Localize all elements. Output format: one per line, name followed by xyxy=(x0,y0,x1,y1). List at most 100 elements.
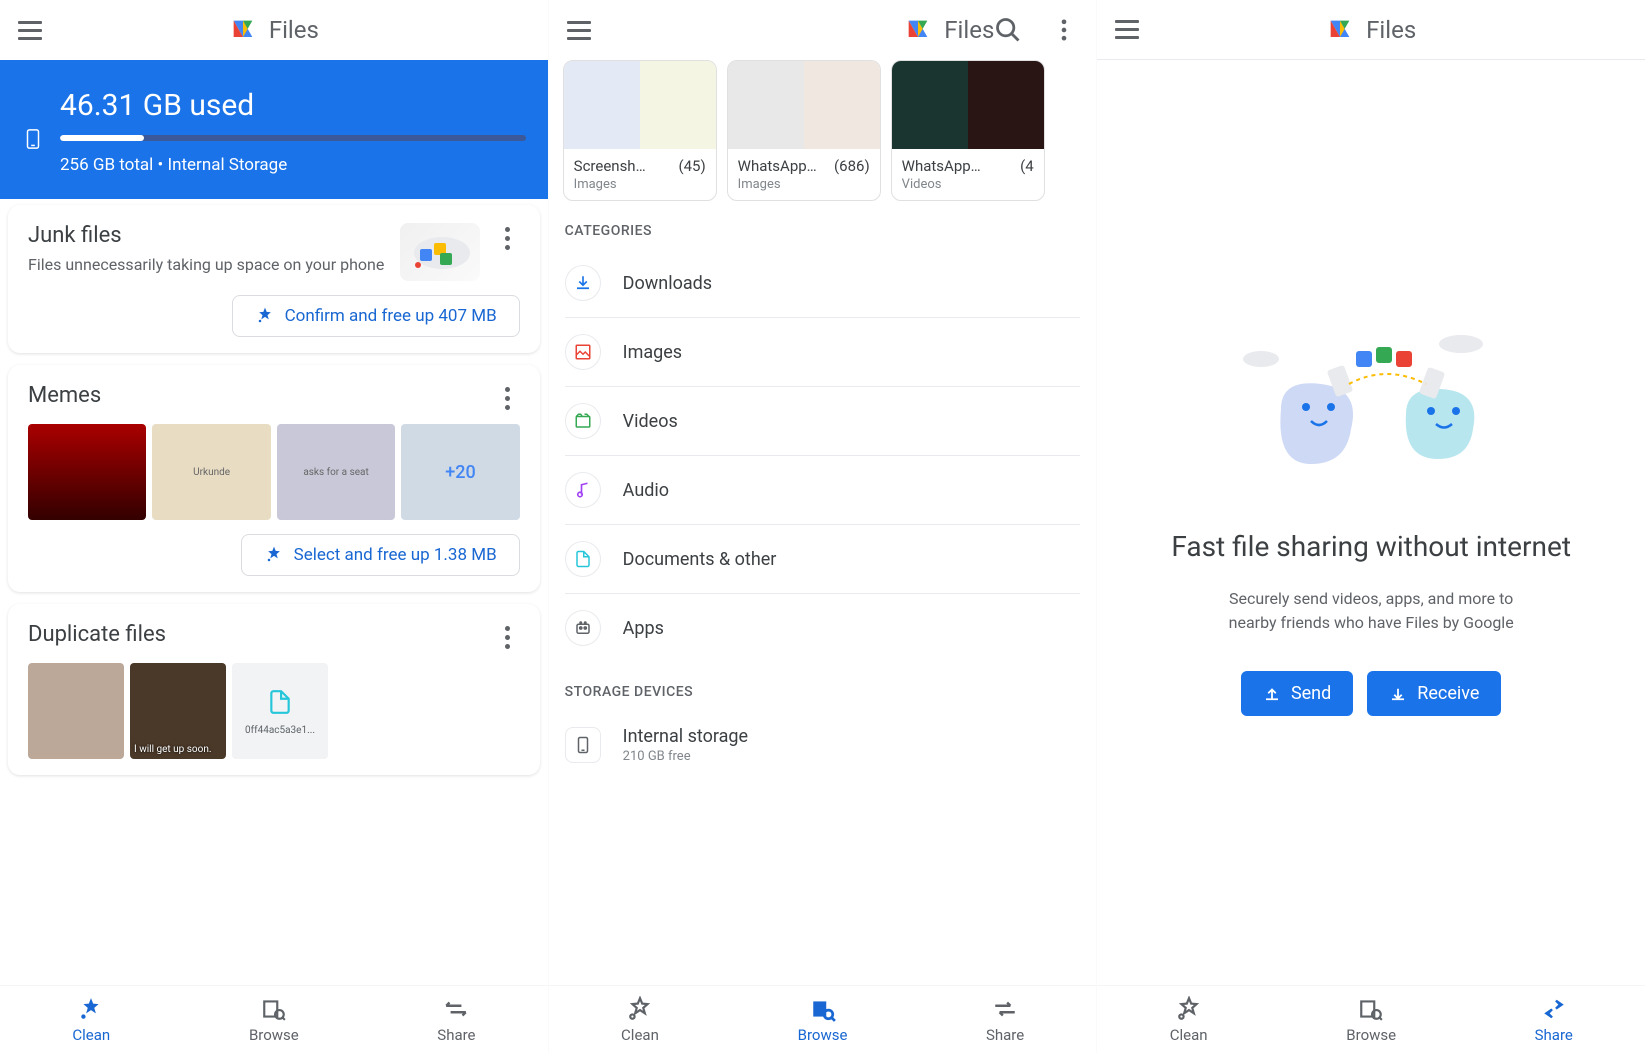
category-name: Apps xyxy=(623,618,664,639)
app-logo-icon xyxy=(1326,16,1354,44)
share-description: Securely send videos, apps, and more to … xyxy=(1211,587,1531,635)
nav-clean[interactable]: Clean xyxy=(0,986,183,1053)
receive-button[interactable]: Receive xyxy=(1367,671,1501,716)
nav-label: Browse xyxy=(249,1026,299,1044)
nav-share[interactable]: Share xyxy=(1462,986,1645,1053)
section-label: STORAGE DEVICES xyxy=(549,662,1097,710)
thumbnail[interactable]: Urkunde xyxy=(152,424,270,520)
nav-clean[interactable]: Clean xyxy=(1097,986,1280,1053)
thumbnail[interactable]: asks for a seat xyxy=(277,424,395,520)
collection-card[interactable]: WhatsApp…(686) Images xyxy=(727,60,881,201)
nav-label: Clean xyxy=(1170,1026,1208,1044)
nav-clean[interactable]: Clean xyxy=(549,986,732,1053)
share-content: Fast file sharing without internet Secur… xyxy=(1097,60,1645,985)
app-logo-icon xyxy=(229,16,257,44)
category-apps[interactable]: Apps xyxy=(565,594,1081,662)
header: Files xyxy=(1097,0,1645,60)
header-title: Files xyxy=(1366,16,1416,44)
category-name: Audio xyxy=(623,480,669,501)
collection-name: Screensh… xyxy=(574,157,646,175)
card-title: Duplicate files xyxy=(28,622,486,647)
category-videos[interactable]: Videos xyxy=(565,387,1081,456)
storage-name: Internal storage xyxy=(623,726,748,747)
collection-count: (4 xyxy=(1020,157,1034,175)
thumbnail-more[interactable]: +20 xyxy=(401,424,519,520)
category-name: Videos xyxy=(623,411,678,432)
menu-button[interactable] xyxy=(567,16,595,44)
image-icon xyxy=(565,334,601,370)
screen-browse: Files Screensh…(45) Images WhatsApp…(686… xyxy=(549,0,1098,1053)
share-illustration xyxy=(1231,329,1511,499)
thumbnail[interactable]: Acer Nitro 5 AN515-43- xyxy=(28,424,146,520)
confirm-free-button[interactable]: Confirm and free up 407 MB xyxy=(232,295,520,337)
card-title: Junk files xyxy=(28,223,390,248)
nav-label: Browse xyxy=(1346,1026,1396,1044)
app-logo-icon xyxy=(904,16,932,44)
category-images[interactable]: Images xyxy=(565,318,1081,387)
section-label: CATEGORIES xyxy=(549,201,1097,249)
category-name: Downloads xyxy=(623,273,712,294)
header-title: Files xyxy=(944,16,994,44)
storage-internal[interactable]: Internal storage 210 GB free xyxy=(549,710,1097,780)
nav-label: Clean xyxy=(72,1026,110,1044)
collection-count: (686) xyxy=(834,157,870,175)
collection-count: (45) xyxy=(678,157,705,175)
card-subtitle: Files unnecessarily taking up space on y… xyxy=(28,254,390,276)
phone-icon xyxy=(565,727,601,763)
collection-type: Images xyxy=(738,177,870,192)
category-documents[interactable]: Documents & other xyxy=(565,525,1081,594)
header: Files xyxy=(0,0,548,60)
button-label: Send xyxy=(1291,683,1331,704)
screen-share: Files xyxy=(1097,0,1645,1053)
nav-browse[interactable]: Browse xyxy=(731,986,914,1053)
browse-content: Screensh…(45) Images WhatsApp…(686) Imag… xyxy=(549,60,1097,985)
category-name: Images xyxy=(623,342,682,363)
nav-share[interactable]: Share xyxy=(914,986,1097,1053)
menu-button[interactable] xyxy=(18,16,46,44)
bottom-nav: Clean Browse Share xyxy=(0,985,548,1053)
card-menu-button[interactable] xyxy=(496,383,520,414)
screen-clean: Files 46.31 GB used 256 GB total • Inter… xyxy=(0,0,549,1053)
document-icon xyxy=(565,541,601,577)
header-title: Files xyxy=(269,16,319,44)
category-downloads[interactable]: Downloads xyxy=(565,249,1081,318)
card-menu-button[interactable] xyxy=(496,223,520,254)
category-audio[interactable]: Audio xyxy=(565,456,1081,525)
video-icon xyxy=(565,403,601,439)
category-name: Documents & other xyxy=(623,549,777,570)
button-label: Confirm and free up 407 MB xyxy=(285,306,497,326)
button-label: Select and free up 1.38 MB xyxy=(294,545,497,565)
nav-share[interactable]: Share xyxy=(365,986,548,1053)
collection-card[interactable]: WhatsApp… (4 Videos xyxy=(891,60,1045,201)
bottom-nav: Clean Browse Share xyxy=(1097,985,1645,1053)
card-menu-button[interactable] xyxy=(496,622,520,653)
thumbnail[interactable]: I will get up soon. xyxy=(130,663,226,759)
select-free-button[interactable]: Select and free up 1.38 MB xyxy=(241,534,520,576)
nav-browse[interactable]: Browse xyxy=(1280,986,1463,1053)
download-icon xyxy=(565,265,601,301)
card-junk-files: Junk files Files unnecessarily taking up… xyxy=(8,205,540,353)
thumbnail-document[interactable]: 0ff44ac5a3e1... xyxy=(232,663,328,759)
storage-banner: 46.31 GB used 256 GB total • Internal St… xyxy=(0,60,548,199)
more-icon[interactable] xyxy=(1050,16,1078,44)
collection-card[interactable]: Screensh…(45) Images xyxy=(563,60,717,201)
nav-label: Share xyxy=(986,1026,1024,1044)
collection-type: Videos xyxy=(902,177,1034,192)
menu-button[interactable] xyxy=(1115,16,1143,44)
clean-content: 46.31 GB used 256 GB total • Internal St… xyxy=(0,60,548,985)
storage-total: 256 GB total • Internal Storage xyxy=(60,155,526,175)
junk-illustration xyxy=(400,223,480,281)
search-icon[interactable] xyxy=(994,16,1022,44)
share-title: Fast file sharing without internet xyxy=(1171,529,1571,565)
apps-icon xyxy=(565,610,601,646)
send-button[interactable]: Send xyxy=(1241,671,1353,716)
collection-name: WhatsApp… xyxy=(902,157,981,175)
audio-icon xyxy=(565,472,601,508)
card-duplicate-files: Duplicate files I will get up soon. 0ff4… xyxy=(8,604,540,775)
phone-icon xyxy=(22,128,44,154)
thumbnail[interactable] xyxy=(28,663,124,759)
nav-browse[interactable]: Browse xyxy=(183,986,366,1053)
card-memes: Memes Acer Nitro 5 AN515-43- Urkunde ask… xyxy=(8,365,540,592)
button-label: Receive xyxy=(1417,683,1479,704)
bottom-nav: Clean Browse Share xyxy=(549,985,1097,1053)
